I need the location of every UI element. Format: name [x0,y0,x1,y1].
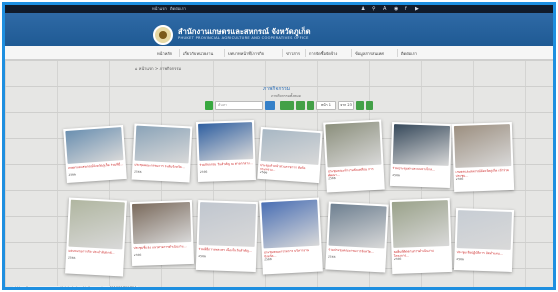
activity-photo [453,124,512,168]
nav-item-mission[interactable]: บทบาทหน้าที่/ภารกิจ [228,50,264,57]
activity-card[interactable]: ประชุมคณะกรรมการ บริหารงานจังหวัด... 2566 [259,197,323,275]
activity-photo [131,202,192,245]
nav-item-contact[interactable]: ติดต่อเรา [401,50,417,57]
eye-icon[interactable]: ◉ [394,6,398,12]
activity-card[interactable]: ประชุมชี้แจง แนวทางการดำเนินงาน... 2566 [129,199,195,267]
sort-button[interactable] [280,101,294,110]
nav-divider [397,49,398,57]
activity-card[interactable]: ประชุมหัวหน้าส่วนราชการ สังกัดกระทรวง...… [257,126,323,184]
activity-card[interactable]: ลงพื้นที่ติดตามการดำเนินงาน โครงการ... 25… [389,197,453,275]
activity-card[interactable]: ประชุมคณะกรรมการ ระดับจังหวัด... 2566 [131,123,193,183]
activity-photo [198,202,257,247]
activity-card[interactable]: ร่วมกิจกรรม วันสำคัญ ณ ศาลากลาง... 2566 [195,120,257,182]
activity-card[interactable]: ประชุมเชิงปฏิบัติการ จัดทำแผน... 2566 [453,208,515,272]
section-subtitle: ภาพกิจกรรมทั้งหมด [271,94,301,98]
activity-photo [65,127,124,164]
nav-item-home[interactable]: หน้าหลัก [157,50,172,57]
activity-photo [391,200,450,248]
activity-date: 2566 [198,255,206,259]
activity-date: 2566 [392,174,400,178]
activity-card[interactable]: ร่วมประชุมผ่านระบบทางไกล... 2566 [389,121,453,189]
activity-date: 2566 [133,252,142,257]
activity-photo [68,199,125,250]
top-utility-bar: หน้าแรก ติดต่อเรา ♟ ⚲ A ◉ f ▶ [5,5,553,13]
activity-card[interactable]: เกษตรและสหกรณ์จังหวัดภูเก็ต เข้าร่วมประช… [451,121,515,193]
text-size-icon[interactable]: A [383,6,386,12]
activity-photo [325,121,382,168]
activity-photo [456,210,512,250]
nav-divider [351,49,352,57]
topbar-link-home[interactable]: หน้าแรก [152,6,167,12]
browser-frame: หน้าแรก ติดต่อเรา ♟ ⚲ A ◉ f ▶ สำนักงานเก… [2,2,556,290]
nav-item-procurement[interactable]: การจัดซื้อจัดจ้าง [309,50,337,57]
search-input[interactable]: ค้นหา [215,101,263,110]
page-total: จาก 23 [338,101,354,110]
activity-date: 2566 [456,258,465,262]
search-button[interactable] [265,101,275,110]
activity-photo [261,199,320,249]
nav-divider [282,49,283,57]
activity-card[interactable]: ประชุมคณะทำงานขับเคลื่อน การพัฒนา... 2566 [323,119,385,193]
status-bar-url: https://www.opsmoac.go.th/phuket-activit… [13,286,139,290]
nav-divider [179,49,180,57]
prev-page-button[interactable] [307,101,314,110]
nav-divider [224,49,225,57]
activity-photo [198,122,254,161]
nav-item-information[interactable]: ข้อมูลสารสนเทศ [355,50,384,57]
site-subtitle: PHUKET PROVINCIAL AGRICULTURE AND COOPER… [178,36,309,40]
page-select[interactable]: หน้า 1 [316,101,336,110]
nav-divider [305,49,306,57]
activity-photo [328,203,387,249]
nav-item-news[interactable]: ข่าวสาร [286,50,300,57]
ministry-logo[interactable] [153,25,173,45]
activity-card[interactable]: ร่วมประชุมคณะกรมการจังหวัด... 2566 [325,201,389,273]
breadcrumb[interactable]: ⌂ หน้าแรก > ภาพกิจกรรม [135,65,181,72]
activity-photo [134,125,191,164]
activity-card[interactable]: ร่วมพิธีถวายพระพร เนื่องในวันสำคัญ... 256… [195,199,259,273]
nav-item-about[interactable]: เกี่ยวกับหน่วยงาน [183,50,213,57]
next-page-button[interactable] [356,101,364,110]
first-page-button[interactable] [296,101,305,110]
activity-photo [260,129,321,166]
section-title: ภาพกิจกรรม [263,86,291,92]
main-nav: หน้าหลัก เกี่ยวกับหน่วยงาน บทบาทหน้าที่/… [5,46,553,60]
last-page-button[interactable] [366,101,373,110]
activity-photo [392,124,451,166]
filter-button[interactable] [205,101,213,110]
youtube-icon[interactable]: ▶ [415,6,419,12]
activity-card[interactable]: มอบหมายภารกิจ ประจำสัปดาห์... 2566 [65,197,127,277]
topbar-link-contact[interactable]: ติดต่อเรา [170,6,186,12]
facebook-icon[interactable]: f [405,6,407,12]
user-icon[interactable]: ♟ [361,6,365,12]
activity-card[interactable]: เกษตรและสหกรณ์จังหวัดภูเก็ต ร่วมพิธี... 2… [63,124,127,184]
activity-date: 2566 [199,169,208,174]
search-icon[interactable]: ⚲ [372,6,376,12]
site-header: สำนักงานเกษตรและสหกรณ์ จังหวัดภูเก็ต PHU… [5,13,553,46]
